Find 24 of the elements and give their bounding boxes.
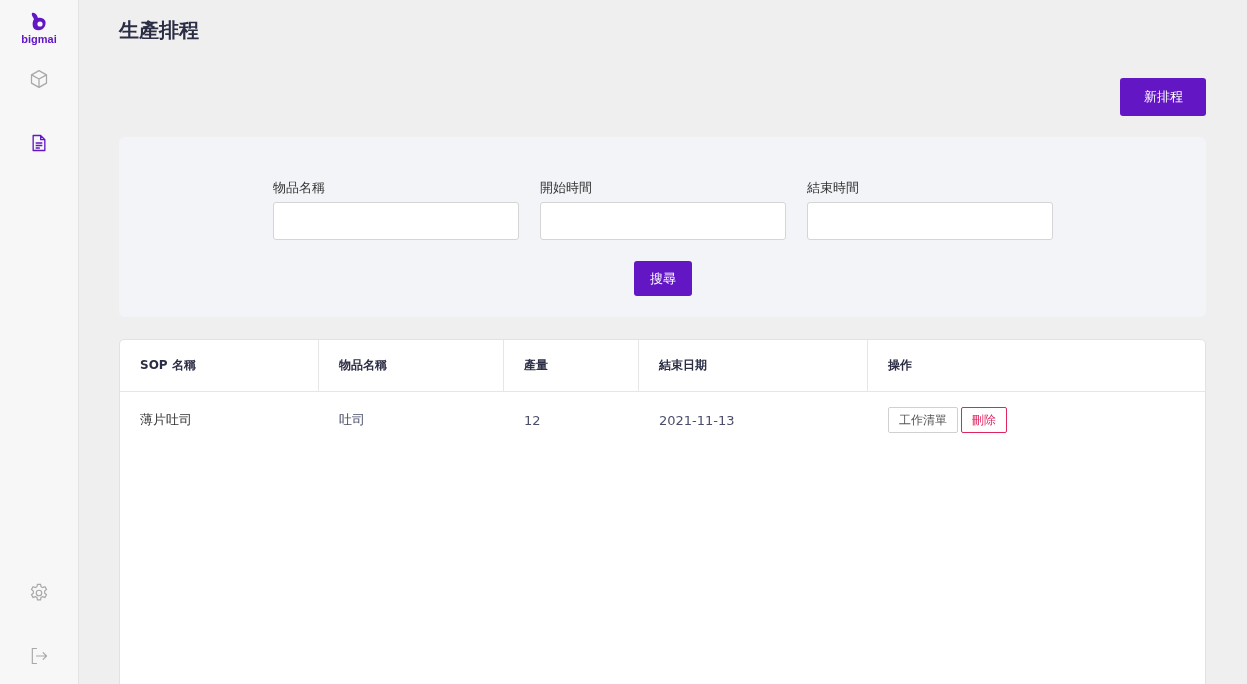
field-label: 結束時間	[806, 179, 860, 197]
column-header: 物品名稱	[339, 357, 387, 374]
page-title: 生產排程	[119, 18, 200, 42]
logout-icon[interactable]	[29, 646, 49, 666]
field-label: 開始時間	[539, 179, 593, 197]
box-icon[interactable]	[29, 69, 49, 89]
column-header: 結束日期	[659, 357, 707, 374]
settings-icon[interactable]	[28, 582, 50, 604]
task-list-button[interactable]: 工作清單	[888, 407, 958, 433]
column-header: 操作	[888, 357, 912, 374]
column-header: SOP 名稱	[140, 357, 196, 374]
input-field[interactable]	[539, 202, 786, 240]
search-button[interactable]: 搜尋	[633, 261, 692, 296]
input-field[interactable]	[272, 202, 519, 240]
column-header: 產量	[524, 357, 548, 374]
logo-text: bigmai	[21, 33, 57, 45]
table-cell: 2021-11-13	[659, 412, 735, 428]
new-schedule-button[interactable]: 新排程	[1120, 78, 1206, 116]
field-label: 物品名稱	[272, 179, 326, 197]
table-cell: 12	[524, 412, 541, 428]
table-cell: 薄片吐司	[140, 411, 192, 429]
table-cell: 吐司	[339, 411, 365, 429]
input-field[interactable]	[806, 202, 1053, 240]
delete-button[interactable]: 刪除	[961, 407, 1007, 433]
